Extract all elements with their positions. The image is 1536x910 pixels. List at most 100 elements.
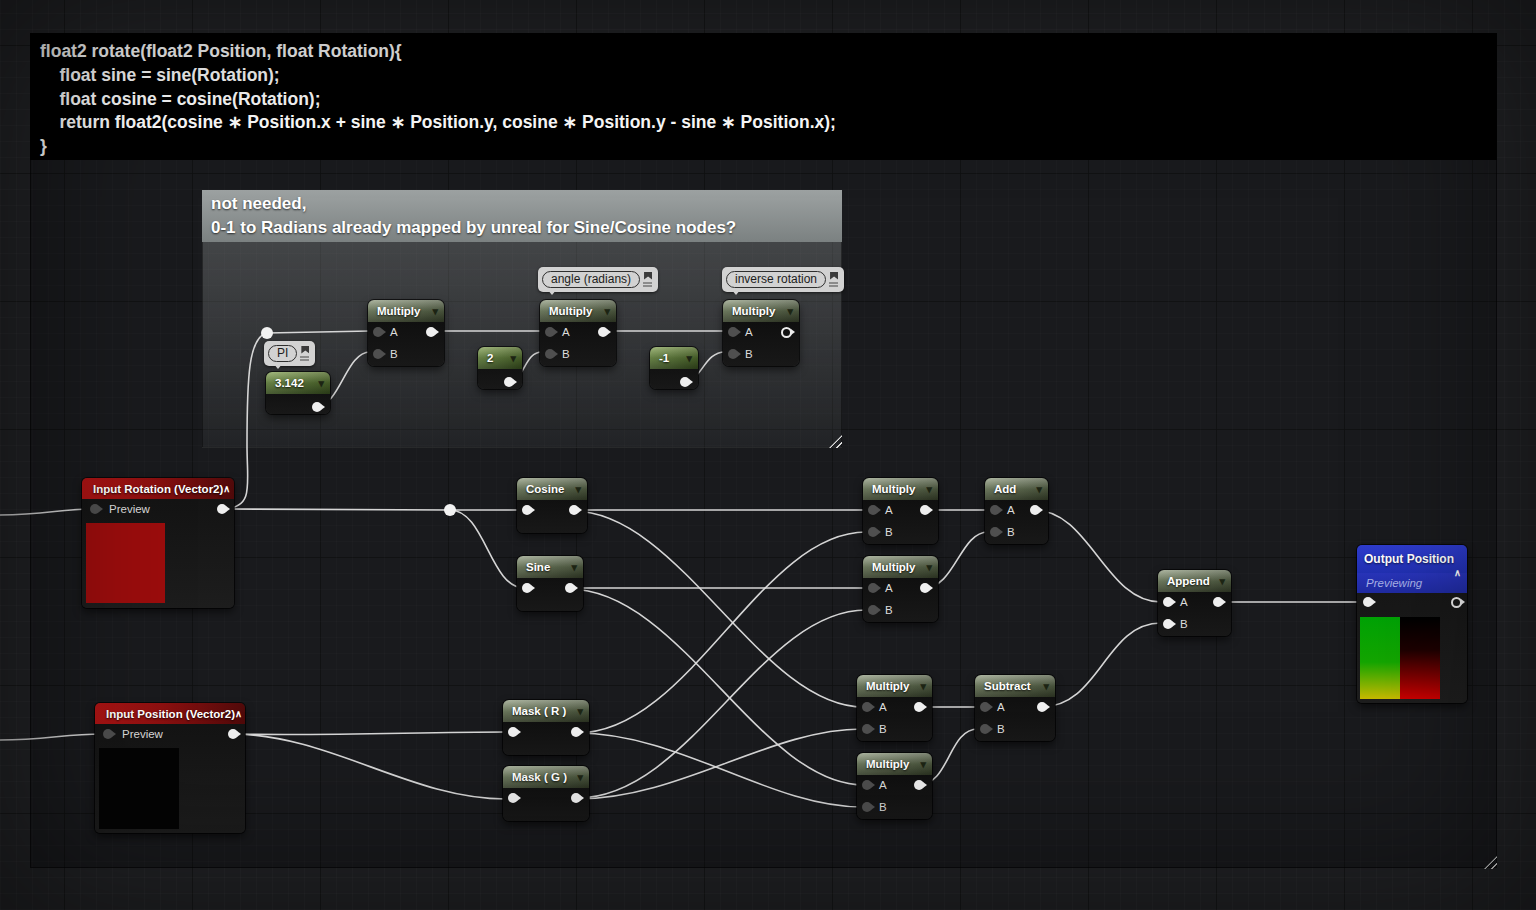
node-const-3142[interactable]: 3.142▾ xyxy=(266,372,330,414)
multiply-siny-input-a-pin[interactable] xyxy=(868,583,878,593)
mask-g-output-pin[interactable] xyxy=(571,793,581,803)
node-append[interactable]: Append▾AB xyxy=(1158,570,1231,636)
add-output-pin[interactable] xyxy=(1030,505,1040,515)
input-position-preview-pin[interactable] xyxy=(103,729,113,739)
reroute-node-1[interactable] xyxy=(261,327,273,339)
multiply-cosy-input-a-pin[interactable] xyxy=(862,702,872,712)
node-mask-g[interactable]: Mask ( G )▾ xyxy=(503,766,589,821)
tooltip-inverse[interactable]: inverse rotation xyxy=(722,267,844,292)
multiply-2-output-pin[interactable] xyxy=(598,327,608,337)
collapse-icon[interactable]: ∧ xyxy=(223,483,237,494)
wire-reroute-sine[interactable] xyxy=(450,510,524,588)
node-multiply-cosx-header[interactable]: Multiply▾ xyxy=(863,478,938,500)
wire-offscreen-rotation[interactable] xyxy=(0,509,90,515)
const-3142-output-pin[interactable] xyxy=(312,402,322,412)
node-input-rotation-header[interactable]: Input Rotation (Vector2) ∧ xyxy=(82,478,234,499)
output-position-output-pin[interactable] xyxy=(1451,597,1462,608)
wire-dot-mult1a[interactable] xyxy=(267,331,370,333)
wire-position-maskg[interactable] xyxy=(231,734,506,799)
node-const-neg1-header[interactable]: -1▾ xyxy=(650,347,698,369)
multiply-cosx-input-b-pin[interactable] xyxy=(868,527,878,537)
wire-maskr-multcosxb[interactable] xyxy=(577,532,866,733)
node-sine-header[interactable]: Sine▾ xyxy=(517,556,583,578)
node-cosine-header[interactable]: Cosine▾ xyxy=(517,478,587,500)
multiply-3-input-b-pin[interactable] xyxy=(728,349,738,359)
input-position-output-pin[interactable] xyxy=(228,729,238,739)
sine-input-pin[interactable] xyxy=(522,583,532,593)
node-input-position-header[interactable]: Input Position (Vector2) ∧ xyxy=(95,703,245,724)
add-input-a-pin[interactable] xyxy=(990,505,1000,515)
mask-r-output-pin[interactable] xyxy=(571,727,581,737)
multiply-1-output-pin[interactable] xyxy=(426,327,436,337)
node-multiply-sinx[interactable]: Multiply▾AB xyxy=(857,753,932,819)
node-multiply-1[interactable]: Multiply▾AB xyxy=(368,300,444,366)
input-rotation-preview-pin[interactable] xyxy=(90,504,100,514)
graph-canvas[interactable]: float2 rotate(float2 Position, float Rot… xyxy=(0,0,1536,910)
node-mask-r[interactable]: Mask ( R )▾ xyxy=(503,700,589,755)
wire-rotation-reroute[interactable] xyxy=(226,509,450,510)
node-const-3142-header[interactable]: 3.142▾ xyxy=(266,372,330,394)
multiply-siny-output-pin[interactable] xyxy=(920,583,930,593)
subtract-input-a-pin[interactable] xyxy=(980,702,990,712)
multiply-cosx-input-a-pin[interactable] xyxy=(868,505,878,515)
node-multiply-siny[interactable]: Multiply▾AB xyxy=(863,556,938,622)
node-multiply-sinx-header[interactable]: Multiply▾ xyxy=(857,753,932,775)
wire-sine-multsinx[interactable] xyxy=(569,589,864,785)
node-multiply-1-header[interactable]: Multiply▾ xyxy=(368,300,444,322)
multiply-1-input-b-pin[interactable] xyxy=(373,349,383,359)
subtract-input-b-pin[interactable] xyxy=(980,724,990,734)
cosine-output-pin[interactable] xyxy=(569,505,579,515)
node-mask-g-header[interactable]: Mask ( G )▾ xyxy=(503,766,589,788)
node-multiply-3-header[interactable]: Multiply▾ xyxy=(723,300,799,322)
output-position-input-pin[interactable] xyxy=(1363,597,1373,607)
reroute-node-0[interactable] xyxy=(444,504,456,516)
node-subtract[interactable]: Subtract▾AB xyxy=(975,675,1055,741)
multiply-3-output-pin[interactable] xyxy=(781,327,792,338)
node-multiply-2-header[interactable]: Multiply▾ xyxy=(540,300,616,322)
wire-offscreen-position[interactable] xyxy=(0,734,102,740)
wire-subtract-append[interactable] xyxy=(1041,623,1161,707)
add-input-b-pin[interactable] xyxy=(990,527,1000,537)
const-neg1-output-pin[interactable] xyxy=(680,377,690,387)
tooltip-angle[interactable]: angle (radians) xyxy=(538,267,658,292)
node-mask-r-header[interactable]: Mask ( R )▾ xyxy=(503,700,589,722)
node-input-position[interactable]: Input Position (Vector2) ∧ Preview xyxy=(95,703,245,833)
multiply-2-input-a-pin[interactable] xyxy=(545,327,555,337)
node-multiply-2[interactable]: Multiply▾AB xyxy=(540,300,616,366)
node-multiply-cosx[interactable]: Multiply▾AB xyxy=(863,478,938,544)
multiply-cosx-output-pin[interactable] xyxy=(920,505,930,515)
node-multiply-siny-header[interactable]: Multiply▾ xyxy=(863,556,938,578)
node-output-position-header[interactable]: Output Position xyxy=(1357,545,1467,573)
multiply-sinx-input-a-pin[interactable] xyxy=(862,780,872,790)
node-const-2[interactable]: 2▾ xyxy=(478,347,522,389)
multiply-cosy-input-b-pin[interactable] xyxy=(862,724,872,734)
node-multiply-cosy[interactable]: Multiply▾AB xyxy=(857,675,932,741)
subtract-output-pin[interactable] xyxy=(1037,702,1047,712)
wire-position-maskr[interactable] xyxy=(231,732,506,735)
input-rotation-output-pin[interactable] xyxy=(217,504,227,514)
multiply-3-input-a-pin[interactable] xyxy=(728,327,738,337)
mask-g-input-pin[interactable] xyxy=(508,793,518,803)
tooltip-pi[interactable]: PI xyxy=(264,341,315,366)
mask-r-input-pin[interactable] xyxy=(508,727,518,737)
node-sine[interactable]: Sine▾ xyxy=(517,556,583,611)
wire-add-append[interactable] xyxy=(1034,510,1161,602)
wire-cosine-multcosy[interactable] xyxy=(573,511,864,707)
multiply-sinx-output-pin[interactable] xyxy=(914,780,924,790)
multiply-cosy-output-pin[interactable] xyxy=(914,702,924,712)
const-2-output-pin[interactable] xyxy=(504,377,514,387)
node-multiply-cosy-header[interactable]: Multiply▾ xyxy=(857,675,932,697)
node-const-2-header[interactable]: 2▾ xyxy=(478,347,522,369)
node-subtract-header[interactable]: Subtract▾ xyxy=(975,675,1055,697)
append-input-b-pin[interactable] xyxy=(1163,619,1173,629)
node-append-header[interactable]: Append▾ xyxy=(1158,570,1231,592)
node-add-header[interactable]: Add▾ xyxy=(985,478,1048,500)
node-add[interactable]: Add▾AB xyxy=(985,478,1048,544)
node-input-rotation[interactable]: Input Rotation (Vector2) ∧ Preview xyxy=(82,478,234,608)
multiply-2-input-b-pin[interactable] xyxy=(545,349,555,359)
node-output-position[interactable]: Output Position Previewing ∧ xyxy=(1357,545,1467,703)
multiply-1-input-a-pin[interactable] xyxy=(373,327,383,337)
multiply-siny-input-b-pin[interactable] xyxy=(868,605,878,615)
collapse-icon[interactable]: ∧ xyxy=(235,708,249,719)
multiply-sinx-input-b-pin[interactable] xyxy=(862,802,872,812)
